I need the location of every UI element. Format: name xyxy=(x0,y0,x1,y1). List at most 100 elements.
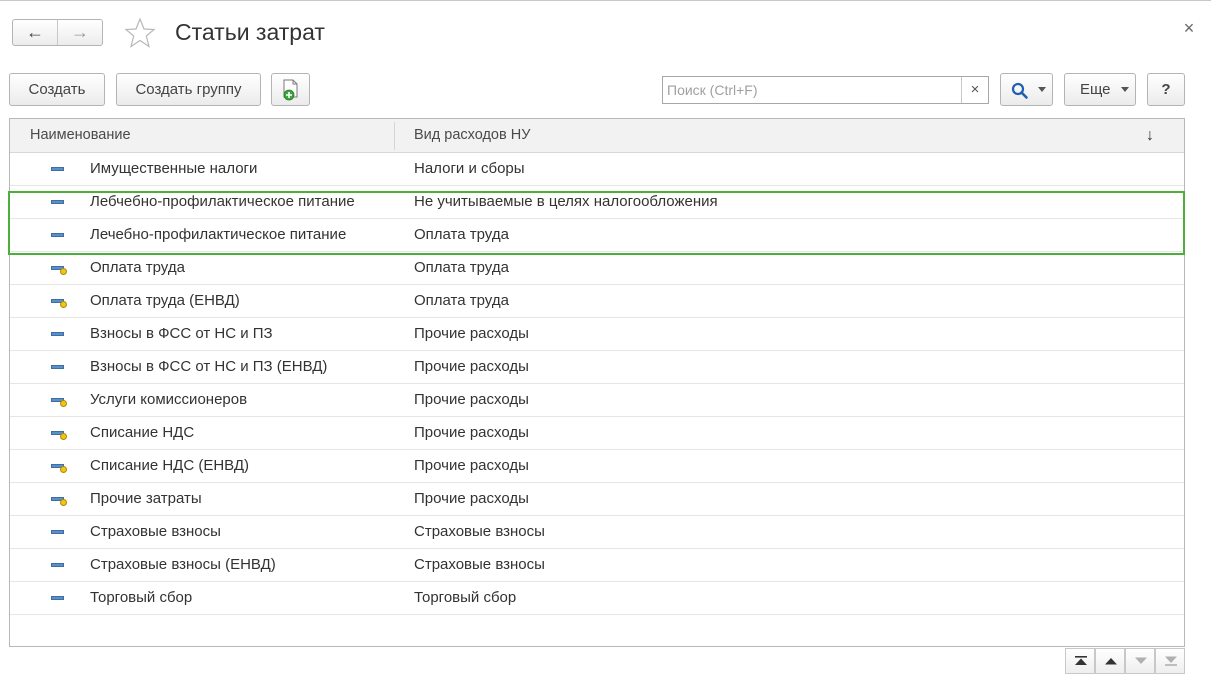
cell-expense-type: Страховые взносы xyxy=(414,556,545,573)
search-input[interactable] xyxy=(663,77,961,103)
table-body: Имущественные налоги Налоги и сборы Лебчеб… xyxy=(10,153,1184,615)
item-icon xyxy=(51,360,69,376)
forward-button[interactable]: → xyxy=(58,20,102,45)
table-row[interactable]: Лечебно-профилактическое питание Оплата т… xyxy=(10,219,1184,252)
predefined-dot-shape xyxy=(60,466,67,473)
table-row[interactable]: Торговый сбор Торговый сбор xyxy=(10,582,1184,615)
scroll-to-top-button[interactable] xyxy=(1065,648,1095,674)
table-row[interactable]: Оплата труда Оплата труда xyxy=(10,252,1184,285)
cell-name: Списание НДС xyxy=(90,424,195,441)
table-row[interactable]: Страховые взносы Страховые взносы xyxy=(10,516,1184,549)
predefined-item-icon xyxy=(51,492,69,508)
item-bar-shape xyxy=(51,530,64,534)
item-bar-shape xyxy=(51,200,64,204)
create-group-button[interactable]: Создать группу xyxy=(116,73,261,106)
cell-expense-type: Прочие расходы xyxy=(414,490,529,507)
table-row[interactable]: Услуги комиссионеров Прочие расходы xyxy=(10,384,1184,417)
cell-name: Взносы в ФСС от НС и ПЗ xyxy=(90,325,273,342)
predefined-item-icon xyxy=(51,393,69,409)
predefined-dot-shape xyxy=(60,268,67,275)
cell-name: Лебчебно-профилактическое питание xyxy=(90,193,355,210)
close-icon[interactable]: × xyxy=(1179,17,1199,39)
cell-name: Страховые взносы (ЕНВД) xyxy=(90,556,276,573)
cost-items-table: Наименование Вид расходов НУ ↓ Имуществе… xyxy=(9,118,1185,647)
cell-expense-type: Страховые взносы xyxy=(414,523,545,540)
clear-search-icon[interactable]: × xyxy=(961,77,988,103)
item-icon xyxy=(51,162,69,178)
up-icon xyxy=(1105,658,1117,665)
table-row[interactable]: Взносы в ФСС от НС и ПЗ Прочие расходы xyxy=(10,318,1184,351)
item-bar-shape xyxy=(51,365,64,369)
cell-expense-type: Торговый сбор xyxy=(414,589,517,606)
search-box: × xyxy=(662,76,989,104)
cell-name: Оплата труда (ЕНВД) xyxy=(90,292,240,309)
cell-expense-type: Оплата труда xyxy=(414,259,509,276)
sort-arrow-icon[interactable]: ↓ xyxy=(1146,119,1154,152)
table-row[interactable]: Лебчебно-профилактическое питание Не учит… xyxy=(10,186,1184,219)
back-button[interactable]: ← xyxy=(13,20,57,45)
cell-name: Услуги комиссионеров xyxy=(90,391,248,408)
scroll-to-bottom-button[interactable] xyxy=(1155,648,1185,674)
last-page-icon xyxy=(1165,656,1177,666)
scroll-down-button[interactable] xyxy=(1125,648,1155,674)
table-header: Наименование Вид расходов НУ ↓ xyxy=(10,119,1184,153)
table-row[interactable]: Списание НДС (ЕНВД) Прочие расходы xyxy=(10,450,1184,483)
predefined-dot-shape xyxy=(60,400,67,407)
copy-document-icon xyxy=(283,79,298,101)
column-separator[interactable] xyxy=(394,122,395,150)
cell-expense-type: Прочие расходы xyxy=(414,358,529,375)
table-row[interactable]: Оплата труда (ЕНВД) Оплата труда xyxy=(10,285,1184,318)
cell-name: Взносы в ФСС от НС и ПЗ (ЕНВД) xyxy=(90,358,328,375)
table-row[interactable]: Взносы в ФСС от НС и ПЗ (ЕНВД) Прочие рас… xyxy=(10,351,1184,384)
arrow-left-icon: ← xyxy=(26,22,44,42)
cell-expense-type: Прочие расходы xyxy=(414,325,529,342)
item-icon xyxy=(51,228,69,244)
more-label: Еще xyxy=(1080,81,1111,98)
predefined-item-icon xyxy=(51,294,69,310)
window-border xyxy=(0,0,1211,1)
cell-name: Прочие затраты xyxy=(90,490,202,507)
cell-expense-type: Прочие расходы xyxy=(414,424,529,441)
cell-expense-type: Оплата труда xyxy=(414,226,509,243)
create-button[interactable]: Создать xyxy=(9,73,105,106)
column-header-name[interactable]: Наименование xyxy=(30,119,131,152)
navigation-buttons: ← → xyxy=(12,19,103,46)
cell-expense-type: Прочие расходы xyxy=(414,391,529,408)
chevron-down-icon xyxy=(1038,87,1046,92)
predefined-dot-shape xyxy=(60,301,67,308)
column-header-expense-type[interactable]: Вид расходов НУ xyxy=(414,119,530,152)
predefined-dot-shape xyxy=(60,433,67,440)
cell-name: Страховые взносы xyxy=(90,523,221,540)
item-icon xyxy=(51,327,69,343)
table-row[interactable]: Прочие затраты Прочие расходы xyxy=(10,483,1184,516)
down-icon xyxy=(1135,657,1147,664)
cell-expense-type: Не учитываемые в целях налогообложения xyxy=(414,193,718,210)
item-bar-shape xyxy=(51,167,64,171)
item-icon xyxy=(51,195,69,211)
table-row[interactable]: Списание НДС Прочие расходы xyxy=(10,417,1184,450)
page-title: Статьи затрат xyxy=(175,19,325,45)
help-button[interactable]: ? xyxy=(1147,73,1185,106)
first-page-icon xyxy=(1075,656,1087,665)
cell-name: Оплата труда xyxy=(90,259,185,276)
favorite-star-icon[interactable] xyxy=(124,17,156,49)
cell-name: Лечебно-профилактическое питание xyxy=(90,226,347,243)
arrow-right-icon: → xyxy=(71,22,89,42)
scroll-up-button[interactable] xyxy=(1095,648,1125,674)
search-button[interactable] xyxy=(1000,73,1053,106)
cell-expense-type: Оплата труда xyxy=(414,292,509,309)
table-row[interactable]: Имущественные налоги Налоги и сборы xyxy=(10,153,1184,186)
copy-button[interactable] xyxy=(271,73,310,106)
more-button[interactable]: Еще xyxy=(1064,73,1136,106)
table-row[interactable]: Страховые взносы (ЕНВД) Страховые взносы xyxy=(10,549,1184,582)
cell-expense-type: Прочие расходы xyxy=(414,457,529,474)
item-bar-shape xyxy=(51,596,64,600)
predefined-item-icon xyxy=(51,426,69,442)
predefined-dot-shape xyxy=(60,499,67,506)
item-icon xyxy=(51,591,69,607)
cell-expense-type: Налоги и сборы xyxy=(414,160,525,177)
item-bar-shape xyxy=(51,233,64,237)
item-bar-shape xyxy=(51,332,64,336)
item-icon xyxy=(51,558,69,574)
item-bar-shape xyxy=(51,563,64,567)
